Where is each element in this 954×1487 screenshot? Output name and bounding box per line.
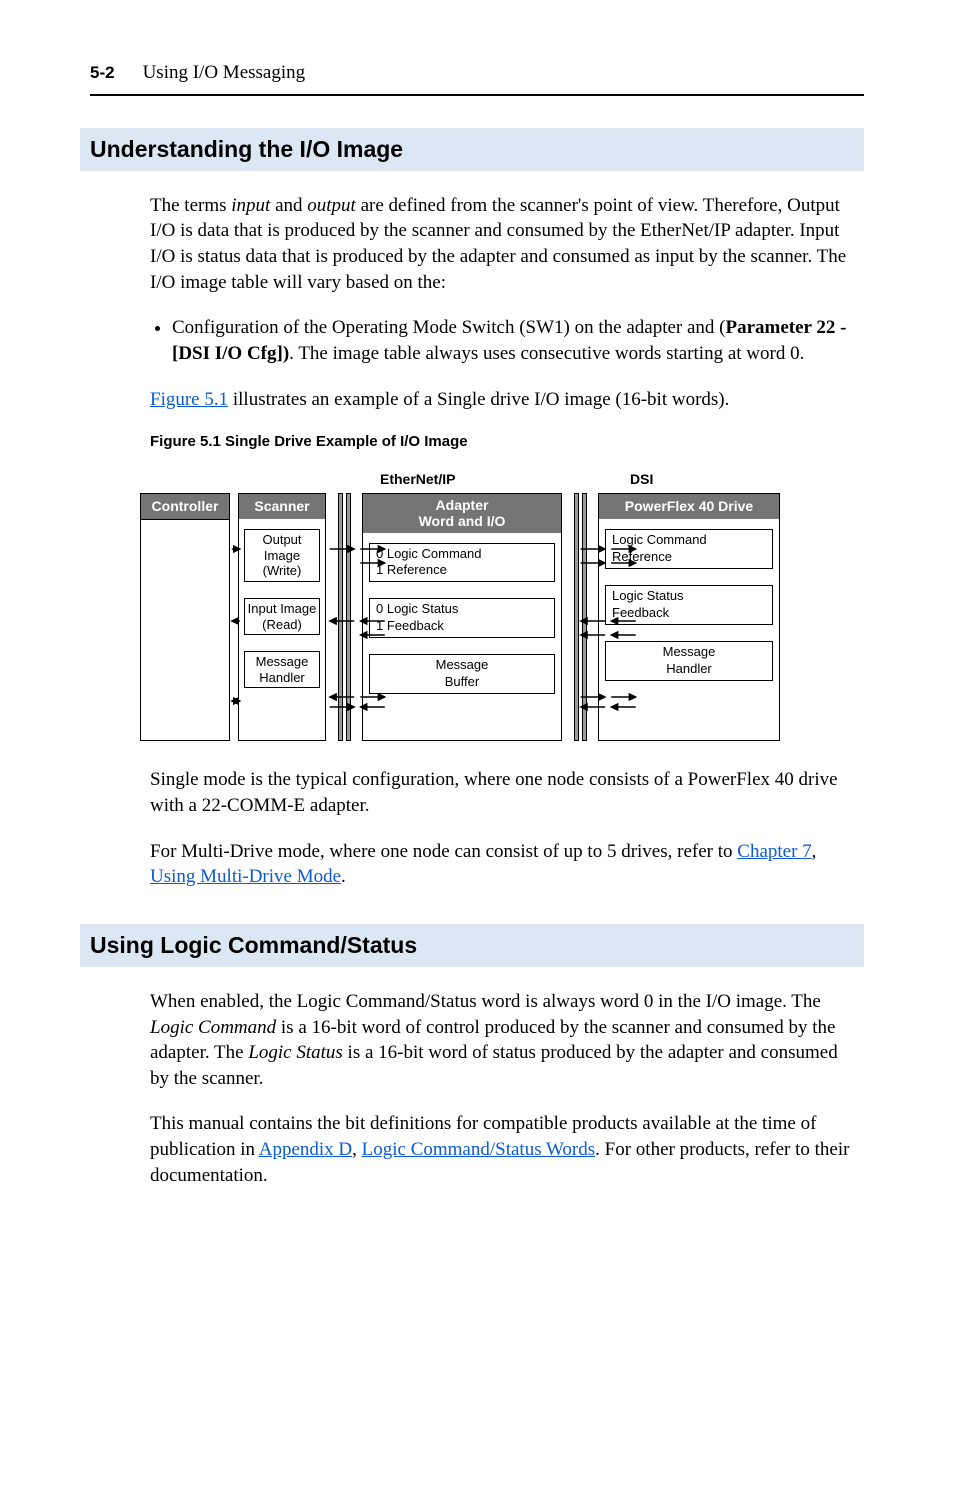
chapter-link[interactable]: Chapter 7 (737, 841, 811, 862)
appendix-link[interactable]: Appendix D (259, 1139, 352, 1160)
drive-msg-box: Message Handler (605, 641, 773, 681)
text: , (812, 841, 817, 862)
section-heading-io-image: Understanding the I/O Image (80, 128, 864, 171)
text: and (270, 195, 307, 216)
label-dsi: DSI (630, 470, 690, 489)
label-ethernet: EtherNet/IP (380, 470, 540, 489)
drive-title: PowerFlex 40 Drive (599, 494, 779, 519)
scanner-column: Scanner Output Image (Write) Input Image… (238, 493, 326, 741)
scanner-input-box: Input Image (Read) (244, 598, 320, 635)
text: , (352, 1139, 362, 1160)
para-bit-defs: This manual contains the bit definitions… (150, 1111, 854, 1188)
text-italic: Logic Command (150, 1017, 276, 1038)
para-figure-ref: Figure 5.1 illustrates an example of a S… (150, 387, 854, 413)
dsi-bus (570, 493, 590, 741)
adapter-title: Adapter Word and I/O (363, 494, 561, 532)
bullet-item: Configuration of the Operating Mode Swit… (172, 315, 854, 366)
text: . (341, 866, 346, 887)
figure-caption: Figure 5.1 Single Drive Example of I/O I… (150, 432, 854, 452)
text: Configuration of the Operating Mode Swit… (172, 317, 726, 338)
page-header: 5-2 Using I/O Messaging (90, 60, 864, 86)
adapter-column: Adapter Word and I/O 0 Logic Command 1 R… (362, 493, 562, 741)
drive-cmd-box: Logic Command Reference (605, 529, 773, 569)
page-number: 5-2 (90, 62, 115, 85)
scanner-msg-box: Message Handler (244, 651, 320, 688)
ethernet-bus (334, 493, 354, 741)
figure-link[interactable]: Figure 5.1 (150, 389, 228, 410)
para-single-mode: Single mode is the typical configuration… (150, 767, 854, 818)
text: For Multi-Drive mode, where one node can… (150, 841, 737, 862)
header-rule (90, 94, 864, 96)
scanner-output-box: Output Image (Write) (244, 529, 320, 582)
running-section: Using I/O Messaging (143, 60, 306, 86)
text-italic: output (307, 195, 356, 216)
para-io-definition: The terms input and output are defined f… (150, 193, 854, 296)
text-italic: input (231, 195, 270, 216)
text: The terms (150, 195, 231, 216)
controller-title: Controller (141, 494, 229, 520)
scanner-title: Scanner (239, 494, 325, 519)
drive-status-box: Logic Status Feedback (605, 585, 773, 625)
section-heading-logic-cmd: Using Logic Command/Status (80, 924, 864, 967)
text: When enabled, the Logic Command/Status w… (150, 991, 821, 1012)
bullet-list: Configuration of the Operating Mode Swit… (150, 315, 854, 366)
logic-words-link[interactable]: Logic Command/Status Words (362, 1139, 596, 1160)
io-image-diagram: EtherNet/IP DSI Controller Scanner Outpu… (140, 470, 854, 741)
adapter-status-box: 0 Logic Status 1 Feedback (369, 598, 555, 638)
para-multi-drive: For Multi-Drive mode, where one node can… (150, 839, 854, 890)
drive-column: PowerFlex 40 Drive Logic Command Referen… (598, 493, 780, 741)
adapter-cmd-box: 0 Logic Command 1 Reference (369, 543, 555, 583)
adapter-msg-box: Message Buffer (369, 654, 555, 694)
para-logic-cmd: When enabled, the Logic Command/Status w… (150, 989, 854, 1092)
text-italic: Logic Status (248, 1042, 342, 1063)
multi-drive-link[interactable]: Using Multi-Drive Mode (150, 866, 341, 887)
text: . The image table always uses consecutiv… (289, 343, 804, 364)
text: illustrates an example of a Single drive… (228, 389, 729, 410)
controller-column: Controller (140, 493, 230, 741)
